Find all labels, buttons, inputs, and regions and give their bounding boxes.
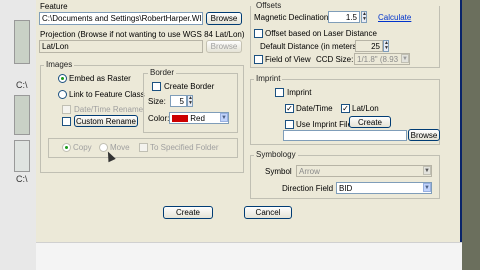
imprint-group-label: Imprint [254,74,283,83]
embed-raster-label: Embed as Raster [69,74,131,83]
projection-label: Projection (Browse if not wanting to use… [40,30,245,39]
imprint-browse-button[interactable]: Browse [408,129,440,141]
imprint-latlon-checkbox[interactable]: ✓ [341,104,350,113]
background-right [462,0,480,270]
to-folder-checkbox[interactable] [139,143,148,152]
custom-rename-checkbox[interactable] [62,117,71,126]
images-group-label: Images [44,60,75,69]
calculate-link[interactable]: Calculate [378,13,411,22]
chevron-down-icon[interactable]: ▼ [423,183,431,192]
magnetic-declination-spinner[interactable]: ▲ ▼ [361,11,367,23]
datetime-rename-label: Date/Time Rename [74,105,144,114]
cancel-button[interactable]: Cancel [244,206,292,219]
feature-path-field[interactable]: C:\Documents and Settings\RobertHarper.W… [39,12,203,25]
symbol-select[interactable]: Arrow [296,165,432,177]
imprint-datetime-checkbox[interactable]: ✓ [285,104,294,113]
direction-field-label: Direction Field [282,184,334,193]
create-border-checkbox[interactable] [152,82,161,91]
color-value: Red [190,114,205,123]
default-distance-label: Default Distance (in meters): [260,42,362,51]
projection-browse-button[interactable]: Browse [206,40,242,53]
chevron-down-icon[interactable]: ▼ [423,166,431,175]
copy-radio[interactable] [62,143,71,152]
move-label: Move [110,143,130,152]
embed-raster-radio[interactable] [58,74,67,83]
border-group-label: Border [148,68,177,77]
thumbnail-image [14,95,30,135]
left-label: C:\ [16,80,28,90]
use-imprint-file-label: Use Imprint File [296,120,353,129]
create-border-label: Create Border [164,82,215,91]
field-of-view-checkbox[interactable] [254,55,263,64]
use-imprint-file-checkbox[interactable] [285,120,294,129]
default-distance-field[interactable]: 25 [355,40,383,52]
default-distance-spinner[interactable]: ▲ ▼ [383,40,389,52]
size-field[interactable]: 5 [170,95,187,107]
laser-distance-checkbox[interactable] [254,29,263,38]
color-swatch [172,115,188,123]
to-folder-label: To Specified Folder [150,143,219,152]
thumbnail-image [14,20,30,64]
laser-distance-label: Offset based on Laser Distance [265,29,377,38]
imprint-checkbox[interactable] [275,88,284,97]
imprint-datetime-label: Date/Time [296,104,333,113]
symbol-label: Symbol [265,167,292,176]
imprint-latlon-label: Lat/Lon [352,104,379,113]
feature-browse-button[interactable]: Browse [206,12,242,25]
symbology-group-label: Symbology [254,150,298,159]
chevron-down-icon[interactable]: ▼ [220,113,228,122]
ccd-size-label: CCD Size: [316,55,354,64]
color-label: Color: [148,114,170,123]
direction-field-select[interactable]: BID [336,182,432,194]
size-spinner[interactable]: ▲ ▼ [187,95,193,107]
imprint-create-button[interactable]: Create [349,116,391,128]
bottom-strip [36,242,462,270]
feature-label: Feature [40,2,68,11]
create-button[interactable]: Create [163,206,213,219]
imprint-file-field[interactable] [283,130,407,141]
projection-field[interactable]: Lat/Lon [39,40,203,53]
chevron-down-icon[interactable]: ▼ [401,54,409,63]
left-label: C:\ [16,174,28,184]
magnetic-declination-field[interactable]: 1.5 [328,11,360,23]
link-feature-class-label: Link to Feature Class [69,90,145,99]
link-feature-class-radio[interactable] [58,90,67,99]
size-label: Size: [148,97,166,106]
field-of-view-label: Field of View [265,55,311,64]
magnetic-declination-label: Magnetic Declination: [254,13,331,22]
custom-rename-button[interactable]: Custom Rename [74,115,138,127]
copy-label: Copy [73,143,92,152]
thumbnail-image [14,140,30,172]
imprint-label: Imprint [287,88,312,97]
datetime-rename-checkbox[interactable] [62,105,71,114]
